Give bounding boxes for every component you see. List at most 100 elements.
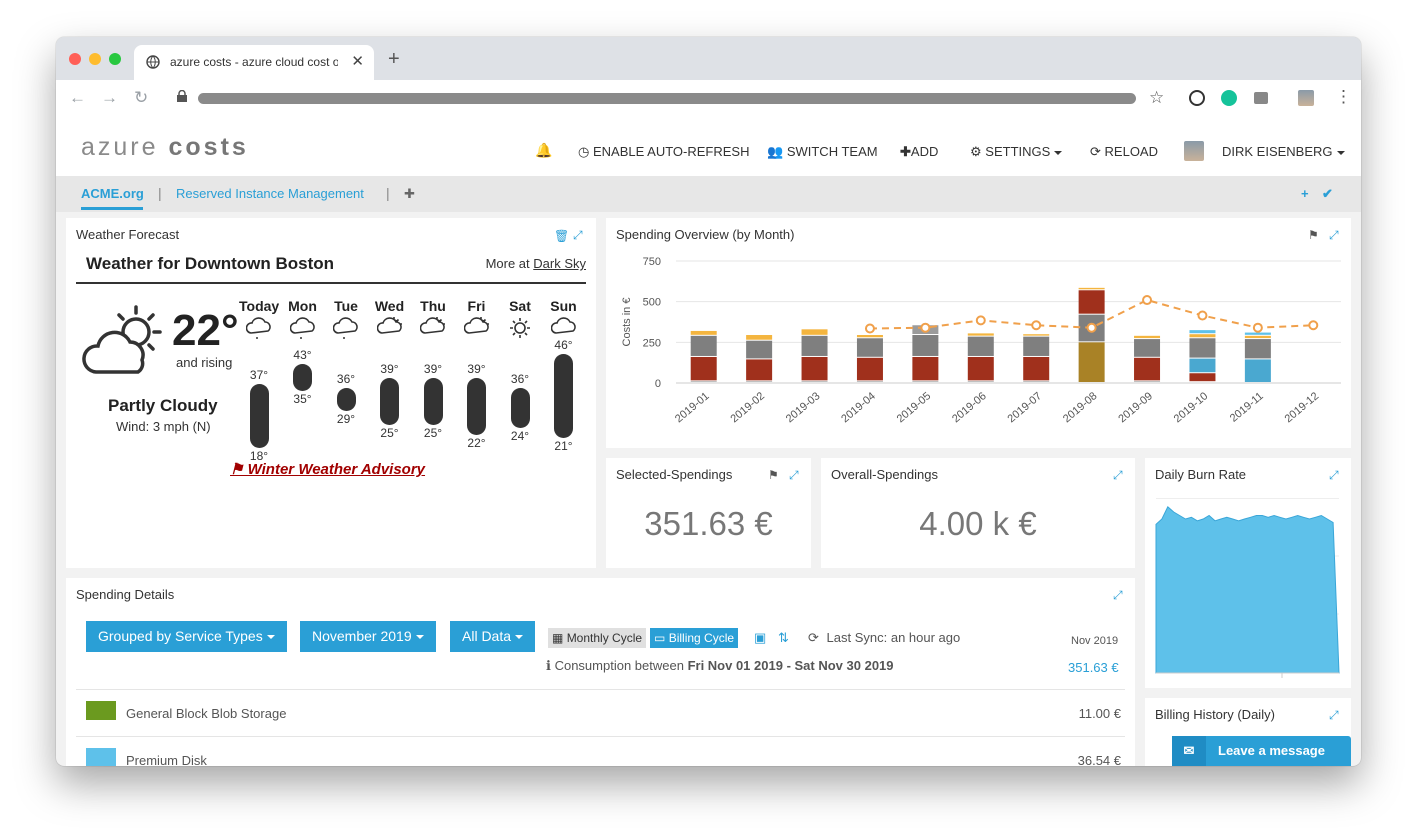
bar-segment [856, 357, 883, 381]
flag-icon[interactable]: ⚑ [768, 468, 779, 482]
bar-segment [912, 356, 939, 381]
lock-icon [177, 90, 187, 102]
bar-segment [1244, 335, 1271, 339]
user-menu-dropdown[interactable]: DIRK EISENBERG [1222, 144, 1345, 159]
table-row[interactable]: Premium Disk 36.54 € [76, 736, 1125, 766]
minimize-window-button[interactable] [89, 53, 101, 65]
more-at-link[interactable]: More at Dark Sky [486, 256, 586, 271]
bar-segment [1078, 290, 1105, 314]
temperature-range-bar [423, 377, 443, 425]
add-button[interactable]: ✚ADD [900, 144, 938, 160]
back-icon[interactable]: ← [69, 88, 86, 108]
new-tab-button[interactable]: + [388, 49, 400, 69]
partly-cloudy-icon [82, 305, 162, 374]
add-widget-icon[interactable]: + [1301, 186, 1309, 201]
group-by-dropdown[interactable]: Grouped by Service Types [86, 621, 287, 652]
expand-icon[interactable]: ⤢ [1329, 468, 1339, 483]
profile-avatar[interactable] [1298, 90, 1314, 106]
auto-refresh-button[interactable]: ◷ ENABLE AUTO-REFRESH [578, 144, 750, 160]
bar-segment [801, 329, 828, 335]
dark-sky-link[interactable]: Dark Sky [533, 256, 586, 271]
temperature-range-bar [336, 387, 356, 412]
extension-info-icon[interactable] [1189, 90, 1205, 106]
forecast-high-temp: 36° [510, 371, 530, 386]
forecast-high-temp: 39° [423, 361, 443, 376]
money-icon: ▭ [654, 631, 666, 645]
bar-segment [1134, 339, 1161, 357]
forecast-high-temp: 39° [467, 361, 486, 376]
monthly-cycle-toggle[interactable]: ▦ Monthly Cycle [548, 628, 647, 648]
address-bar: ← → ↻ ☆ ⋮ [56, 80, 1361, 118]
settings-dropdown[interactable]: ⚙ SETTINGS [970, 144, 1063, 160]
notifications-bell-icon[interactable]: 🔔 [535, 142, 552, 159]
bar-segment [746, 340, 773, 359]
panel-title: Billing History (Daily) [1155, 707, 1275, 722]
weather-advisory-link[interactable]: ⚑ Winter Weather Advisory [230, 460, 425, 478]
cloud-drizzle-icon [333, 317, 358, 339]
confirm-check-icon[interactable]: ✔ [1322, 186, 1333, 202]
x-tick-label: 2019-03 [784, 390, 823, 425]
browser-tabbar: azure costs - azure cloud cost o ✕ + [56, 37, 1361, 80]
x-tick-label: 2019-02 [728, 390, 767, 425]
table-row[interactable]: General Block Blob Storage 11.00 € [76, 689, 1125, 736]
chevron-down-icon [1336, 150, 1345, 155]
sort-icon[interactable]: ⇅ [774, 628, 793, 648]
user-avatar[interactable] [1184, 141, 1204, 161]
consumption-from: Fri Nov 01 2019 [687, 658, 783, 673]
sync-status: ⟳ Last Sync: an hour ago [804, 628, 964, 648]
x-tick-label: 2019-06 [950, 390, 989, 425]
billing-cycle-toggle[interactable]: ▭ Billing Cycle [650, 628, 739, 648]
bar-segment [801, 356, 828, 381]
maximize-window-button[interactable] [109, 53, 121, 65]
browser-menu-icon[interactable]: ⋮ [1335, 87, 1352, 107]
leave-message-button[interactable]: ✉ Leave a message [1172, 736, 1351, 766]
data-filter-dropdown[interactable]: All Data [450, 621, 536, 652]
bar-segment [1189, 330, 1216, 334]
expand-icon[interactable]: ⤢ [573, 228, 583, 243]
grammarly-icon[interactable] [1221, 90, 1237, 106]
bar-segment [912, 335, 939, 356]
reload-label: RELOAD [1104, 144, 1158, 159]
reload-page-icon[interactable]: ↻ [134, 88, 148, 108]
bar-segment [746, 359, 773, 381]
forecast-high-temp: 36° [336, 371, 356, 386]
excel-export-icon[interactable]: ▣ [750, 628, 770, 648]
forecast-high-temp: 46° [554, 338, 573, 353]
temperature-trend: and rising [176, 355, 233, 370]
add-tab-button[interactable]: ✚ [404, 186, 415, 202]
sync-icon: ⟳ [808, 630, 819, 645]
forecast-low-temp: 35° [293, 392, 312, 407]
tab-close-icon[interactable]: ✕ [351, 52, 364, 70]
switch-team-button[interactable]: 👥 SWITCH TEAM [767, 144, 878, 160]
browser-tab[interactable]: azure costs - azure cloud cost o ✕ [134, 45, 374, 80]
bar-segment [1078, 342, 1105, 382]
expand-icon[interactable]: ⤢ [1113, 588, 1123, 603]
cast-extension-icon[interactable] [1254, 92, 1268, 104]
average-point [975, 315, 986, 326]
info-icon: ℹ [546, 658, 551, 673]
app-logo[interactable]: azure costs [81, 133, 249, 162]
x-tick-label: 2019-07 [1005, 390, 1044, 425]
trash-icon[interactable]: 🗑 [554, 229, 569, 243]
expand-icon[interactable]: ⤢ [1113, 468, 1123, 483]
y-tick-label: 500 [643, 297, 661, 309]
bookmark-star-icon[interactable]: ☆ [1149, 88, 1164, 108]
expand-icon[interactable]: ⤢ [1329, 228, 1339, 243]
forecast-low-temp: 22° [467, 435, 486, 450]
envelope-icon: ✉ [1172, 736, 1206, 766]
auto-refresh-label: ENABLE AUTO-REFRESH [592, 144, 750, 159]
bar-segment [1189, 338, 1216, 358]
tab-acme-org[interactable]: ACME.org [81, 186, 144, 201]
expand-icon[interactable]: ⤢ [1329, 708, 1339, 723]
tab-reserved-instance-management[interactable]: Reserved Instance Management [176, 186, 364, 201]
close-window-button[interactable] [69, 53, 81, 65]
expand-icon[interactable]: ⤢ [789, 468, 799, 483]
month-dropdown[interactable]: November 2019 [300, 621, 436, 652]
reload-button[interactable]: ⟳ RELOAD [1090, 144, 1158, 160]
url-field[interactable] [198, 93, 1136, 104]
service-cost: 11.00 € [1078, 706, 1121, 721]
forward-icon[interactable]: → [101, 88, 118, 108]
daily-burn-rate-chart [1155, 498, 1340, 678]
flag-icon[interactable]: ⚑ [1308, 228, 1319, 242]
chevron-down-icon [266, 635, 275, 640]
